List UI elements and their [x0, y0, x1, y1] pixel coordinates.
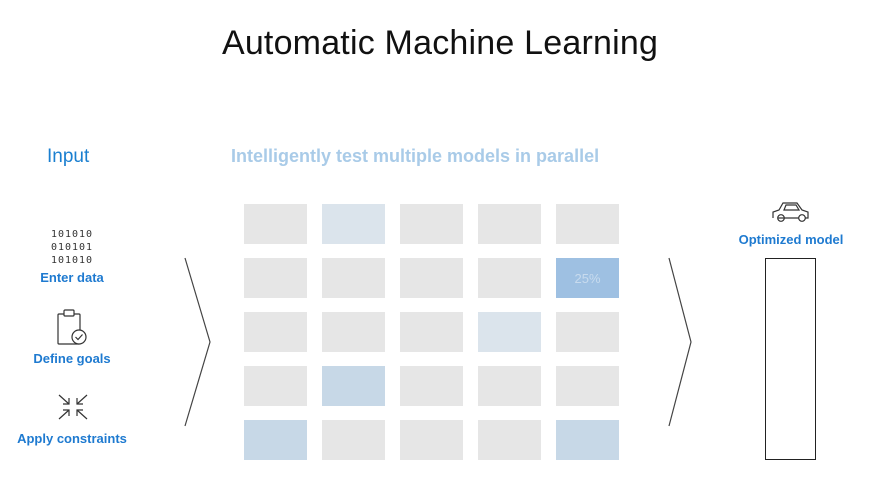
model-cell — [244, 258, 307, 298]
model-cell — [244, 366, 307, 406]
model-cell — [478, 312, 541, 352]
model-cell — [478, 366, 541, 406]
output-label: Optimized model — [738, 232, 844, 247]
model-cell — [400, 420, 463, 460]
car-icon — [772, 202, 809, 222]
model-cell — [556, 420, 619, 460]
progress-label: 25% — [574, 270, 601, 286]
model-cell — [400, 312, 463, 352]
model-cell — [244, 312, 307, 352]
model-cell — [400, 258, 463, 298]
model-cell — [478, 204, 541, 244]
model-cell — [478, 420, 541, 460]
model-cell — [400, 366, 463, 406]
model-cell — [556, 204, 619, 244]
model-cell — [322, 366, 385, 406]
model-cell — [556, 312, 619, 352]
model-cell — [244, 420, 307, 460]
model-cell — [244, 204, 307, 244]
model-cell — [400, 204, 463, 244]
model-cell — [556, 366, 619, 406]
model-cell — [322, 420, 385, 460]
optimized-model-box — [765, 258, 816, 460]
model-cell — [322, 312, 385, 352]
model-cell — [478, 258, 541, 298]
model-cell: 25% — [556, 258, 619, 298]
model-cell — [322, 258, 385, 298]
model-cell — [322, 204, 385, 244]
